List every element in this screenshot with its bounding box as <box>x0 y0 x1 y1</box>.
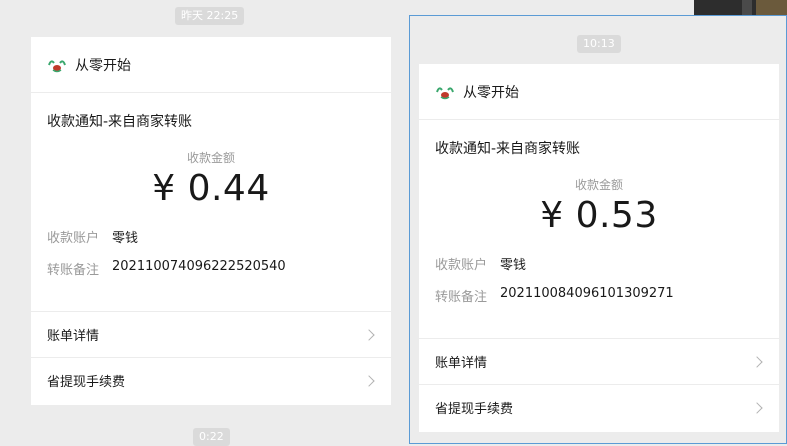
chevron-right-icon <box>363 374 375 387</box>
account-key: 收款账户 <box>435 258 488 273</box>
card-header: 从零开始 <box>31 37 391 93</box>
app-logo-icon <box>47 55 67 75</box>
payment-notice-card: 从零开始 收款通知-来自商家转账 收款金额 ¥ 0.44 收款账户 零钱 转账备… <box>31 37 391 405</box>
amount-label: 收款金额 <box>574 178 623 192</box>
bill-details-link[interactable]: 账单详情 <box>31 311 391 357</box>
memo-row: 转账备注 20211008409610130927​1 <box>435 286 779 305</box>
memo-key: 转账备注 <box>47 263 100 278</box>
timestamp-pill: 0:22 <box>193 428 230 446</box>
account-row: 收款账户 零钱 <box>47 227 391 246</box>
memo-value: 20211007409622252054​0 <box>112 259 286 274</box>
link-label: 省提现手续费 <box>47 375 126 390</box>
link-label: 账单详情 <box>435 356 488 371</box>
amount-label: 收款金额 <box>186 151 235 165</box>
selected-message-panel: 10:13 从零开始 收款通知-来自商家转账 收款金额 ¥ 0.53 收款账户 … <box>409 15 787 444</box>
app-name: 从零开始 <box>463 84 519 101</box>
notice-title: 收款通知-来自商家转账 <box>435 141 581 157</box>
timestamp-pill: 10:13 <box>577 35 621 53</box>
app-name: 从零开始 <box>75 57 131 74</box>
link-label: 省提现手续费 <box>435 402 514 417</box>
memo-key: 转账备注 <box>435 290 488 305</box>
chevron-right-icon <box>751 401 763 414</box>
account-key: 收款账户 <box>47 231 100 246</box>
save-fee-link[interactable]: 省提现手续费 <box>419 384 779 430</box>
amount-value: ¥ 0.53 <box>540 195 658 236</box>
memo-value: 20211008409610130927​1 <box>500 286 674 301</box>
chevron-right-icon <box>751 355 763 368</box>
memo-row: 转账备注 20211007409622252054​0 <box>47 259 391 278</box>
card-header: 从零开始 <box>419 64 779 120</box>
account-value: 零钱 <box>112 231 139 246</box>
amount-value: ¥ 0.44 <box>152 168 270 209</box>
save-fee-link[interactable]: 省提现手续费 <box>31 357 391 403</box>
bill-details-link[interactable]: 账单详情 <box>419 338 779 384</box>
app-logo-icon <box>435 82 455 102</box>
link-label: 账单详情 <box>47 329 100 344</box>
account-value: 零钱 <box>500 258 527 273</box>
chevron-right-icon <box>363 328 375 341</box>
timestamp-pill: 昨天 22:25 <box>175 7 245 25</box>
account-row: 收款账户 零钱 <box>435 254 779 273</box>
notice-title: 收款通知-来自商家转账 <box>47 114 193 130</box>
payment-notice-card: 从零开始 收款通知-来自商家转账 收款金额 ¥ 0.53 收款账户 零钱 转账备… <box>419 64 779 432</box>
